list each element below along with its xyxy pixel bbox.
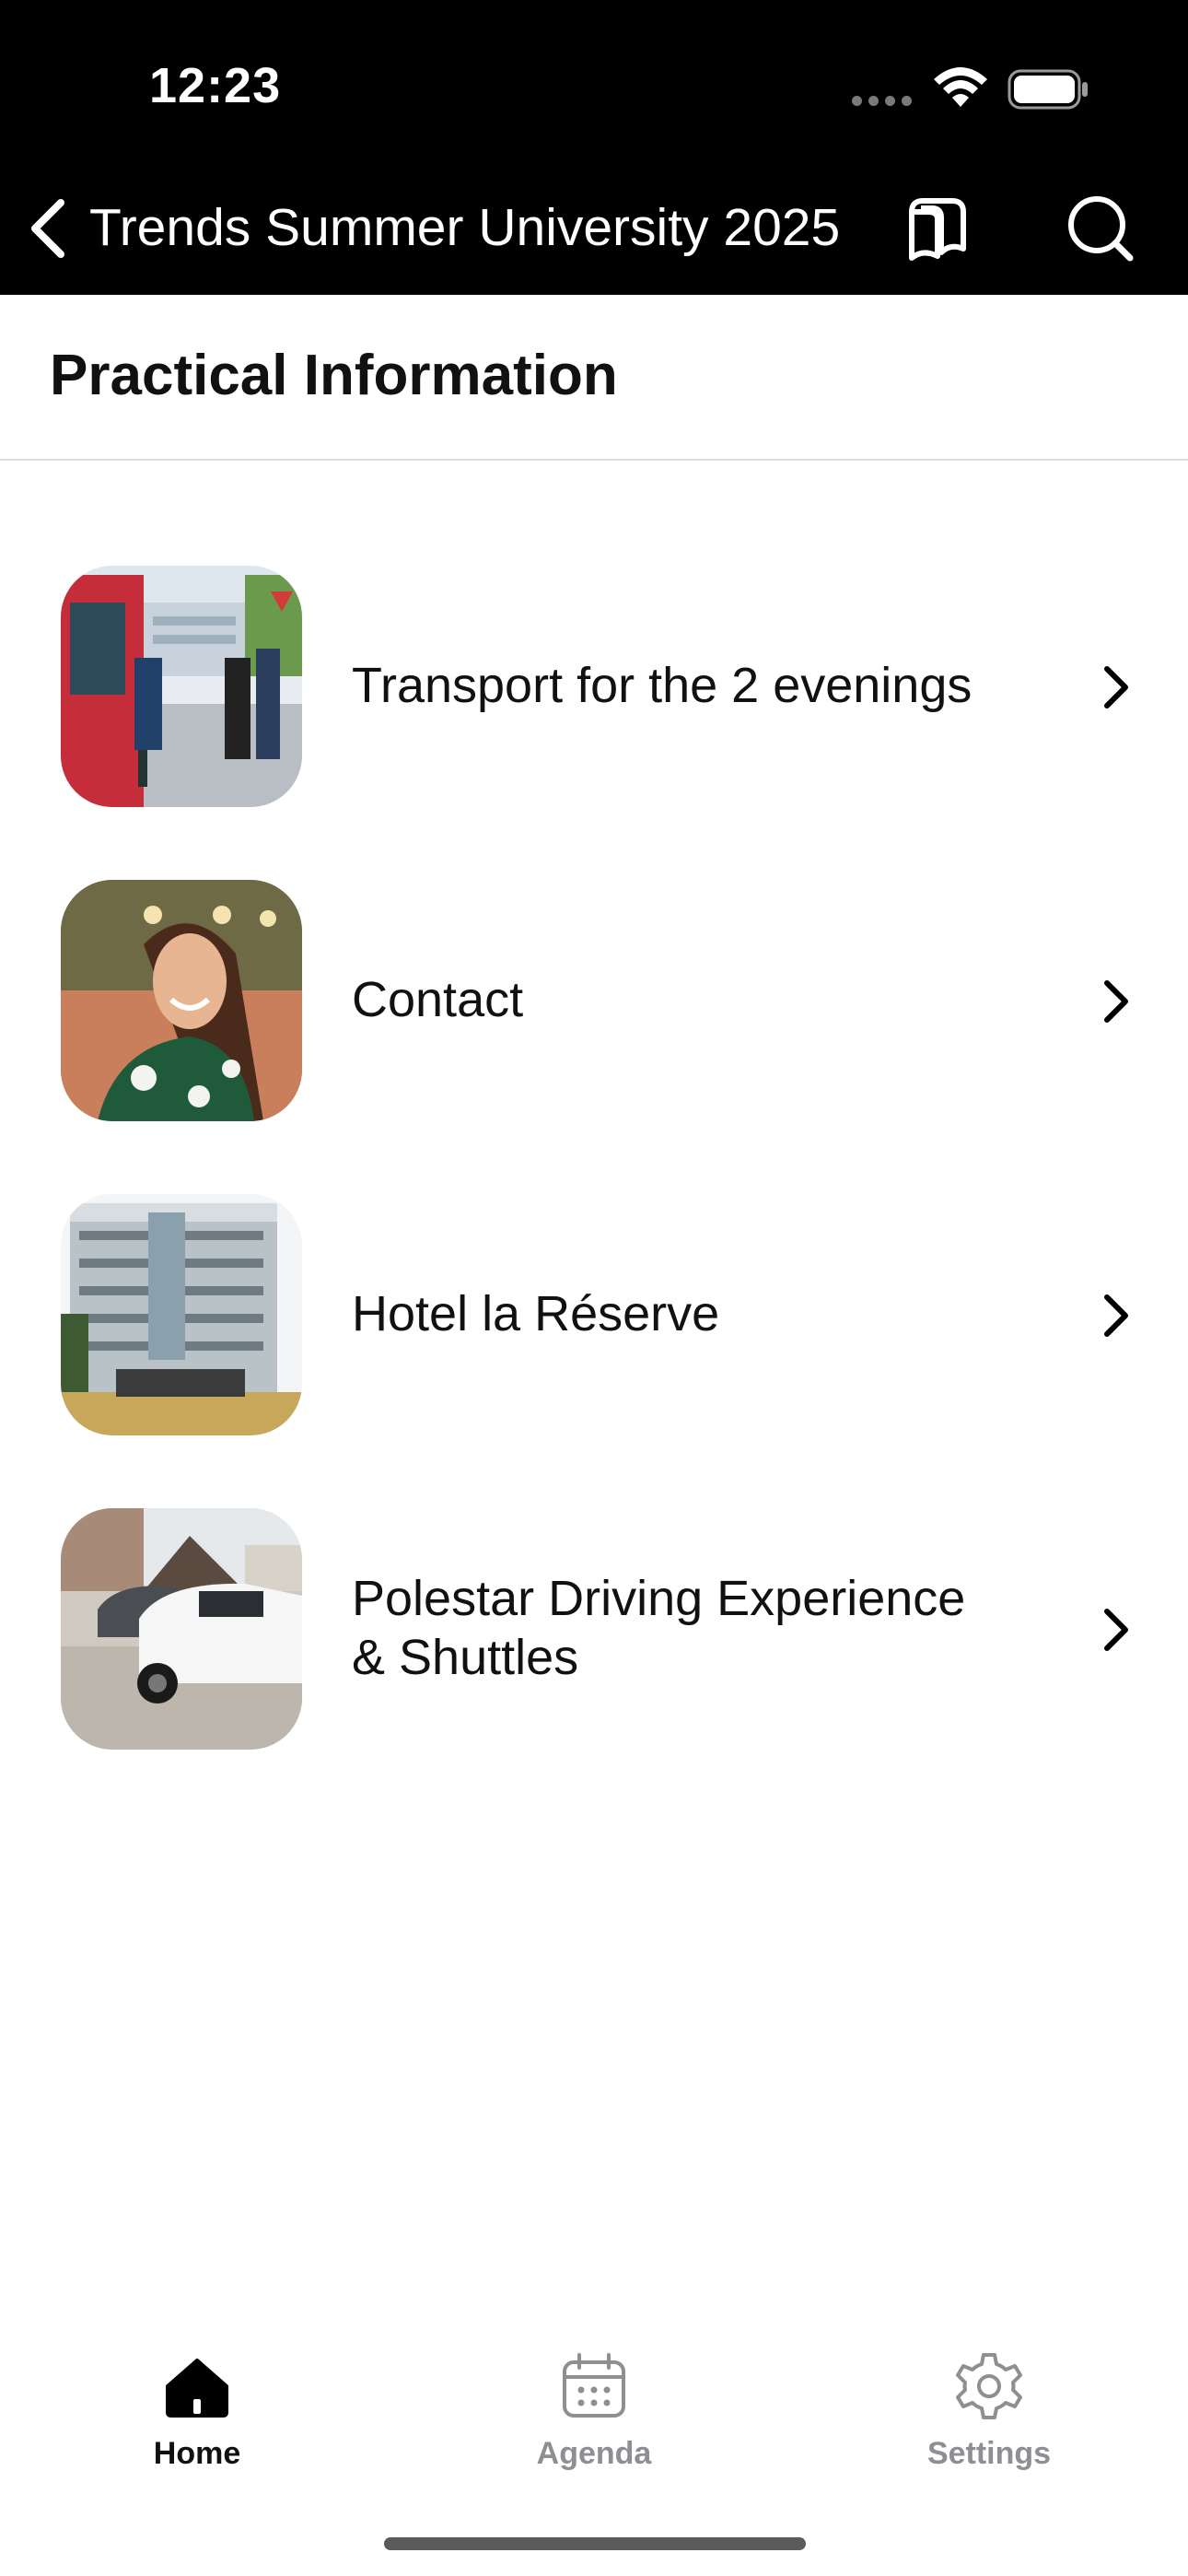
bus-boarding-photo	[61, 566, 302, 807]
battery-icon	[1007, 69, 1088, 110]
page-title: Practical Information	[50, 344, 618, 407]
gear-icon	[956, 2353, 1022, 2419]
polestar-cars-photo	[61, 1508, 302, 1750]
chevron-right-icon	[1104, 1294, 1128, 1337]
page-header: Practical Information	[0, 295, 1188, 461]
tab-agenda[interactable]: Agenda	[456, 2322, 732, 2472]
home-indicator[interactable]	[384, 2537, 806, 2550]
contact-person-portrait	[61, 880, 302, 1121]
chevron-right-icon	[1104, 666, 1128, 708]
top-bar: 12:23 Trends Summer University 2025	[0, 0, 1188, 295]
item-label-line2: & Shuttles	[352, 1630, 579, 1685]
item-label: Polestar Driving Experience & Shuttles	[352, 1569, 1015, 1687]
item-label: Hotel la Réserve	[352, 1286, 720, 1341]
chevron-right-icon	[1104, 1609, 1128, 1651]
back-chevron-icon[interactable]	[20, 195, 76, 262]
search-icon[interactable]	[1064, 192, 1137, 265]
list-item-transport[interactable]: Transport for the 2 evenings	[0, 566, 1188, 814]
status-time: 12:23	[149, 58, 282, 113]
nav-title: Trends Summer University 2025	[89, 198, 841, 257]
wifi-icon	[934, 67, 987, 107]
chevron-right-icon	[1104, 980, 1128, 1023]
calendar-icon	[563, 2353, 625, 2418]
list-item-hotel[interactable]: Hotel la Réserve	[0, 1194, 1188, 1443]
cellular-signal-icon	[852, 94, 918, 111]
hotel-building-photo	[61, 1194, 302, 1435]
tab-settings[interactable]: Settings	[851, 2322, 1127, 2472]
list-item-polestar[interactable]: Polestar Driving Experience & Shuttles	[0, 1508, 1188, 1757]
item-label: Contact	[352, 972, 524, 1027]
bookmarks-icon[interactable]	[901, 192, 974, 265]
home-icon	[166, 2359, 228, 2418]
tab-label: Settings	[926, 2436, 1052, 2471]
item-label: Transport for the 2 evenings	[352, 658, 973, 713]
tab-label: Agenda	[536, 2436, 652, 2471]
list-item-contact[interactable]: Contact	[0, 880, 1188, 1129]
tab-label: Home	[153, 2436, 241, 2471]
item-label-line1: Polestar Driving Experience	[352, 1571, 966, 1626]
tab-home[interactable]: Home	[59, 2322, 335, 2472]
